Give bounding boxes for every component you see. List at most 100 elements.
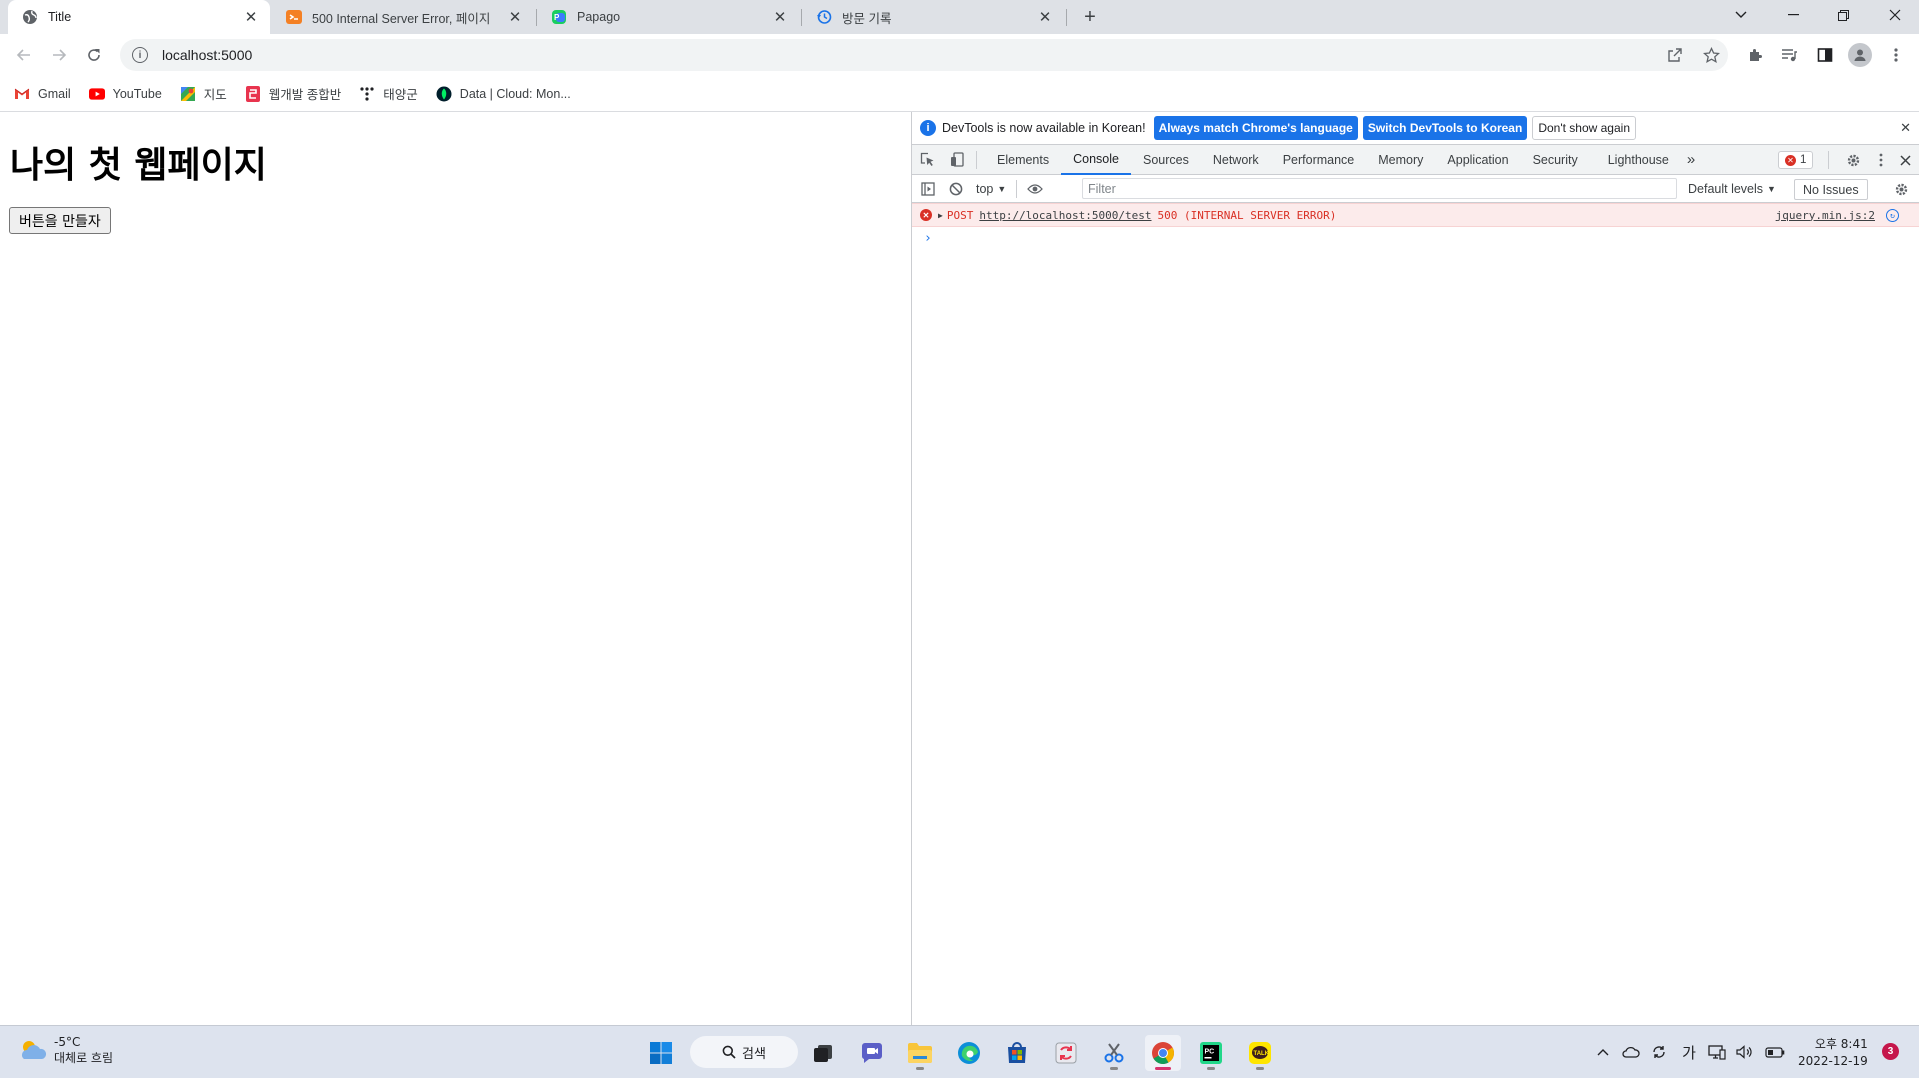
close-icon[interactable]: ✕ (506, 8, 524, 26)
tab-search-chevron-icon[interactable] (1718, 0, 1764, 30)
sync-app-icon[interactable] (1048, 1035, 1084, 1071)
bookmark-star-icon[interactable] (1698, 42, 1724, 68)
microsoft-store-icon[interactable] (999, 1035, 1035, 1071)
network-request-icon[interactable]: ↻ (1886, 208, 1899, 222)
volume-speaker-icon[interactable] (1734, 1040, 1756, 1064)
devtools-tab-bar: Elements Console Sources Network Perform… (912, 145, 1919, 175)
taskbar-clock[interactable]: 오후 8:41 2022-12-19 (1798, 1036, 1868, 1070)
bookmark-webdev[interactable]: 웹개발 종합반 (245, 84, 341, 103)
sync-status-icon[interactable] (1648, 1040, 1670, 1064)
tab-network[interactable]: Network (1201, 145, 1271, 175)
more-tabs-chevron-icon[interactable]: » (1681, 145, 1701, 175)
sidebar-toggle-icon[interactable] (914, 176, 942, 202)
media-queue-icon[interactable] (1776, 42, 1802, 68)
minimize-icon[interactable] (1770, 0, 1816, 30)
live-expression-eye-icon[interactable] (1021, 176, 1049, 202)
log-levels-dropdown[interactable]: Default levels ▼ (1688, 175, 1776, 203)
site-info-icon[interactable]: i (132, 47, 148, 63)
request-url-link[interactable]: http://localhost:5000/test (979, 209, 1151, 222)
make-button[interactable]: 버튼을 만들자 (9, 207, 111, 234)
tab-performance[interactable]: Performance (1271, 145, 1367, 175)
forward-arrow-icon[interactable] (45, 41, 73, 69)
bookmark-maps[interactable]: 지도 (180, 84, 227, 103)
dropdown-caret-icon: ▼ (1767, 184, 1776, 194)
always-match-language-button[interactable]: Always match Chrome's language (1153, 116, 1358, 140)
settings-gear-icon[interactable] (1838, 145, 1868, 175)
kakaotalk-icon[interactable]: TALK (1242, 1035, 1278, 1071)
battery-icon[interactable] (1764, 1040, 1786, 1064)
kebab-menu-icon[interactable] (1883, 42, 1909, 68)
console-prompt[interactable]: › (912, 227, 1919, 249)
youtube-icon (88, 86, 105, 102)
close-icon[interactable]: ✕ (242, 8, 260, 26)
source-location-link[interactable]: jquery.min.js:2 (1776, 209, 1875, 222)
tab-security[interactable]: Security (1521, 145, 1590, 175)
tab-elements[interactable]: Elements (985, 145, 1061, 175)
tab-history[interactable]: 방문 기록 ✕ (802, 0, 1064, 34)
show-hidden-icons-chevron-icon[interactable] (1592, 1040, 1614, 1064)
share-icon[interactable] (1662, 42, 1688, 68)
window-close-icon[interactable] (1872, 0, 1918, 30)
tab-lighthouse[interactable]: Lighthouse (1596, 145, 1681, 175)
switch-to-korean-button[interactable]: Switch DevTools to Korean (1362, 116, 1528, 140)
svg-text:PC: PC (1205, 1049, 1215, 1056)
network-display-icon[interactable] (1706, 1040, 1728, 1064)
devtools-close-icon[interactable] (1890, 145, 1919, 175)
task-view-icon[interactable] (805, 1035, 841, 1071)
toolbar-divider (1016, 179, 1018, 198)
tab-console[interactable]: Console (1061, 145, 1131, 175)
file-explorer-icon[interactable] (902, 1035, 938, 1071)
error-icon: ✕ (920, 209, 932, 221)
dont-show-again-button[interactable]: Don't show again (1532, 116, 1636, 140)
issues-button[interactable]: No Issues (1794, 179, 1868, 200)
console-toolbar: top ▼ Filter Default levels ▼ No Issues (912, 175, 1919, 203)
toolbar-divider (976, 150, 977, 169)
bookmark-mongodb[interactable]: Data | Cloud: Mon... (436, 86, 571, 102)
close-icon[interactable]: ✕ (771, 8, 789, 26)
console-error-message[interactable]: ✕ ▶ POST http://localhost:5000/test 500 … (912, 203, 1919, 227)
weather-widget[interactable]: -5°C 대체로 흐림 (18, 1034, 113, 1066)
console-settings-gear-icon[interactable] (1887, 176, 1915, 202)
expand-triangle-icon[interactable]: ▶ (938, 211, 943, 220)
bookmark-gmail[interactable]: Gmail (14, 86, 71, 102)
close-icon[interactable]: ✕ (1036, 8, 1054, 26)
reload-icon[interactable] (80, 41, 108, 69)
snipping-tool-icon[interactable] (1096, 1035, 1132, 1071)
mongodb-leaf-icon (436, 86, 452, 102)
clear-console-icon[interactable] (942, 176, 970, 202)
back-arrow-icon[interactable] (10, 41, 38, 69)
windows-taskbar: -5°C 대체로 흐림 검색 PC TALK 가 오후 8:41 2022-12… (0, 1025, 1919, 1078)
onedrive-cloud-icon[interactable] (1620, 1040, 1642, 1064)
start-windows-icon[interactable] (643, 1035, 679, 1071)
new-tab-plus-icon[interactable]: + (1078, 5, 1102, 29)
chrome-browser-icon[interactable] (1145, 1035, 1181, 1071)
tab-papago[interactable]: P Papago ✕ (537, 0, 799, 34)
edge-browser-icon[interactable] (951, 1035, 987, 1071)
console-filter-input[interactable]: Filter (1082, 178, 1677, 199)
context-selector[interactable]: top ▼ (976, 182, 1006, 196)
extensions-puzzle-icon[interactable] (1742, 42, 1768, 68)
bookmark-label: Gmail (38, 86, 71, 101)
inspect-element-icon[interactable] (912, 146, 942, 174)
tab-title[interactable]: Title ✕ (8, 0, 270, 34)
restore-icon[interactable] (1820, 0, 1866, 30)
taskbar-search-box[interactable]: 검색 (690, 1036, 798, 1068)
pycharm-icon[interactable]: PC (1193, 1035, 1229, 1071)
notification-count-badge[interactable]: 3 (1882, 1043, 1899, 1060)
tab-500-error[interactable]: 500 Internal Server Error, 페이지 ✕ (272, 0, 534, 34)
profile-avatar-icon[interactable] (1848, 43, 1872, 67)
ime-korean-indicator[interactable]: 가 (1678, 1040, 1700, 1064)
globe-icon (22, 9, 38, 25)
device-toolbar-icon[interactable] (942, 146, 972, 174)
side-panel-icon[interactable] (1812, 42, 1838, 68)
teams-chat-icon[interactable] (854, 1035, 890, 1071)
error-count-badge[interactable]: ✕ 1 (1778, 151, 1814, 169)
tab-sources[interactable]: Sources (1131, 145, 1201, 175)
infobar-close-icon[interactable]: ✕ (1900, 120, 1911, 136)
sparta-icon (245, 85, 261, 102)
bookmark-taeyang[interactable]: 태양군 (359, 84, 418, 103)
address-bar[interactable]: i localhost:5000 (120, 39, 1728, 71)
tab-memory[interactable]: Memory (1366, 145, 1435, 175)
bookmark-youtube[interactable]: YouTube (88, 86, 162, 102)
tab-application[interactable]: Application (1435, 145, 1520, 175)
